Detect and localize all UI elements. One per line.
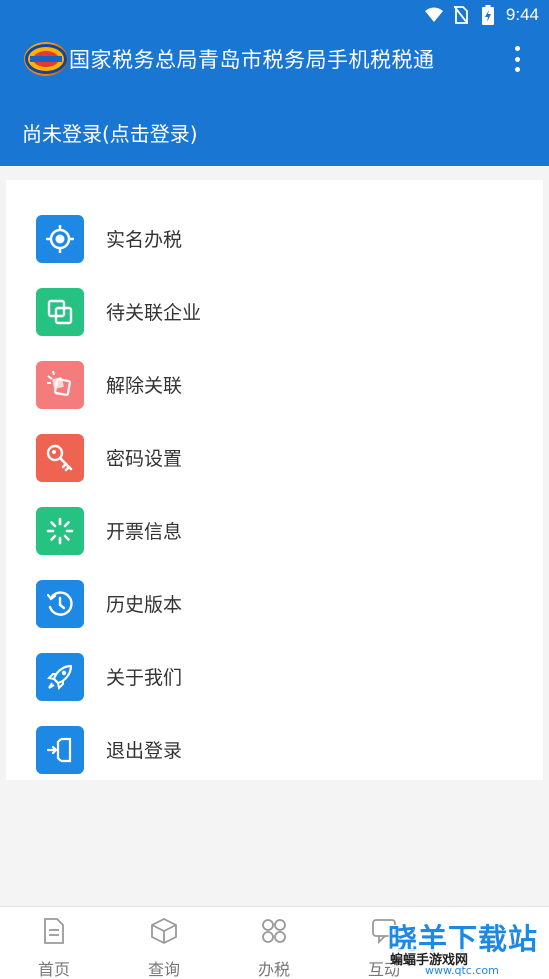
nav-item-tax[interactable]: 办税: [244, 917, 304, 979]
menu-item-logout[interactable]: 退出登录: [6, 713, 543, 786]
document-icon: [41, 917, 67, 949]
loading-icon: [36, 506, 84, 555]
menu-item-about-us[interactable]: 关于我们: [6, 640, 543, 713]
history-icon: [36, 579, 84, 628]
no-sim-icon: [452, 6, 470, 24]
menu-list: 实名办税 待关联企业 解除关联 密码设置 开票信息 历史版本 关于我们 退出登录: [6, 180, 543, 780]
link-squares-icon: [36, 287, 84, 336]
menu-item-label: 实名办税: [106, 229, 183, 251]
grid-icon: [260, 917, 288, 949]
key-icon: [36, 433, 84, 482]
app-title: 国家税务总局青岛市税务局手机税税通: [69, 48, 435, 72]
more-vert-icon[interactable]: [505, 44, 529, 74]
status-time: 9:44: [505, 5, 539, 24]
nav-item-query[interactable]: 查询: [134, 917, 194, 979]
menu-item-label: 待关联企业: [106, 302, 202, 324]
nav-item-home[interactable]: 首页: [24, 917, 84, 979]
menu-item-label: 关于我们: [106, 667, 183, 689]
menu-item-label: 解除关联: [106, 375, 183, 397]
nav-label: 办税: [257, 960, 290, 979]
menu-item-label: 退出登录: [106, 740, 183, 762]
menu-item-label: 历史版本: [106, 594, 183, 616]
app-logo-icon: [24, 42, 68, 76]
login-text: 尚未登录(点击登录): [22, 122, 198, 146]
menu-item-pending-enterprise[interactable]: 待关联企业: [6, 275, 543, 348]
battery-charging-icon: [479, 5, 497, 25]
menu-item-real-name-tax[interactable]: 实名办税: [6, 202, 543, 275]
login-prompt[interactable]: 尚未登录(点击登录): [0, 88, 549, 166]
target-icon: [36, 214, 84, 263]
nav-label: 查询: [147, 960, 180, 979]
box-icon: [150, 917, 178, 949]
nav-label: 首页: [37, 960, 70, 979]
status-bar: 9:44: [0, 0, 549, 30]
app-bar: 国家税务总局青岛市税务局手机税税通: [0, 30, 549, 88]
logout-icon: [36, 725, 84, 774]
menu-item-label: 开票信息: [106, 521, 183, 543]
rocket-icon: [36, 652, 84, 701]
menu-item-password-settings[interactable]: 密码设置: [6, 421, 543, 494]
menu-item-unlink[interactable]: 解除关联: [6, 348, 543, 421]
menu-item-history-version[interactable]: 历史版本: [6, 567, 543, 640]
menu-item-invoice-info[interactable]: 开票信息: [6, 494, 543, 567]
wifi-icon: [424, 6, 443, 24]
watermark: 晓羊下载站 蝙蝠手游戏网 www.qtc.com: [380, 916, 545, 977]
menu-item-label: 密码设置: [106, 448, 183, 470]
watermark-site: www.qtc.com: [425, 964, 499, 977]
unlink-icon: [36, 360, 84, 409]
